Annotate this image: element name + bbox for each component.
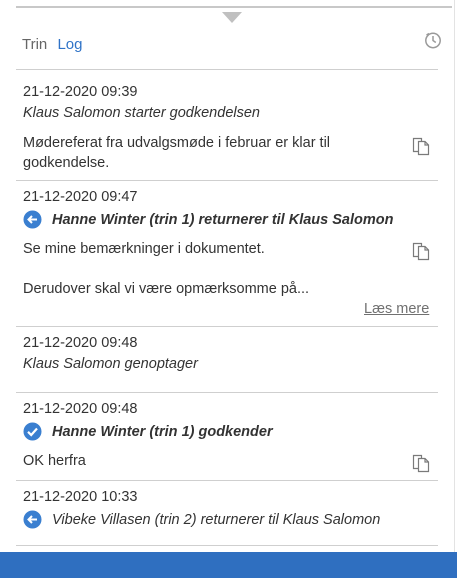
checkmark-circle-icon xyxy=(23,422,42,441)
tab-log[interactable]: Log xyxy=(57,36,82,53)
tab-trin[interactable]: Trin xyxy=(22,36,47,53)
entry-action-text: Klaus Salomon genoptager xyxy=(23,356,198,372)
tab-bar: Trin Log xyxy=(22,36,88,53)
return-arrow-icon xyxy=(23,210,42,229)
entry-action-text: Hanne Winter (trin 1) godkender xyxy=(52,423,273,440)
log-entry: 21-12-2020 09:48 Hanne Winter (trin 1) g… xyxy=(23,401,438,471)
panel-top-divider xyxy=(16,6,452,8)
divider xyxy=(16,545,438,546)
divider xyxy=(16,326,438,327)
entry-action: Hanne Winter (trin 1) godkender xyxy=(23,422,438,441)
entry-timestamp: 21-12-2020 09:48 xyxy=(23,335,138,351)
comment-line: godkendelse. xyxy=(23,155,110,171)
return-arrow-icon xyxy=(23,510,42,529)
divider xyxy=(16,180,438,181)
entry-action: Vibeke Villasen (trin 2) returnerer til … xyxy=(23,510,438,529)
history-clock-icon[interactable] xyxy=(424,31,442,49)
entry-timestamp: 21-12-2020 09:48 xyxy=(23,401,138,417)
entry-action-text: Klaus Salomon starter godkendelsen xyxy=(23,105,260,121)
entry-comment: Se mine bemærkninger i dokumentet. Derud… xyxy=(23,239,438,299)
divider xyxy=(16,480,438,481)
entry-action: Hanne Winter (trin 1) returnerer til Kla… xyxy=(23,210,438,229)
comment-line: Mødereferat fra udvalgsmøde i februar er… xyxy=(23,135,331,151)
comment-line: OK herfra xyxy=(23,453,86,469)
entry-comment: OK herfra xyxy=(23,451,438,471)
log-entry: 21-12-2020 10:33 Vibeke Villasen (trin 2… xyxy=(23,489,438,529)
log-entry: 21-12-2020 09:47 Hanne Winter (trin 1) r… xyxy=(23,189,438,299)
document-copy-icon[interactable] xyxy=(412,454,430,473)
document-copy-icon[interactable] xyxy=(412,242,430,261)
log-entry: 21-12-2020 09:48 Klaus Salomon genoptage… xyxy=(23,335,438,372)
entry-timestamp: 21-12-2020 09:39 xyxy=(23,84,138,100)
entry-action: Klaus Salomon genoptager xyxy=(23,356,438,372)
divider xyxy=(16,69,438,70)
log-panel: Trin Log 21-12-2020 09:39 Klaus Salomon … xyxy=(0,0,455,552)
divider xyxy=(16,392,438,393)
entry-timestamp: 21-12-2020 10:33 xyxy=(23,489,138,505)
comment-line: Derudover skal vi være opmærksomme på... xyxy=(23,281,310,297)
entry-comment: Mødereferat fra udvalgsmøde i februar er… xyxy=(23,133,438,173)
collapse-caret-icon[interactable] xyxy=(222,12,242,23)
log-entry: 21-12-2020 09:39 Klaus Salomon starter g… xyxy=(23,84,438,173)
entry-action-text: Vibeke Villasen (trin 2) returnerer til … xyxy=(52,511,381,528)
document-copy-icon[interactable] xyxy=(412,137,430,156)
entry-timestamp: 21-12-2020 09:47 xyxy=(23,189,138,205)
comment-line: Se mine bemærkninger i dokumentet. xyxy=(23,241,265,257)
comment-line xyxy=(23,259,438,279)
bottom-status-bar xyxy=(0,552,457,578)
read-more-link[interactable]: Læs mere xyxy=(364,301,429,317)
entry-action: Klaus Salomon starter godkendelsen xyxy=(23,105,438,121)
entry-action-text: Hanne Winter (trin 1) returnerer til Kla… xyxy=(52,211,394,228)
